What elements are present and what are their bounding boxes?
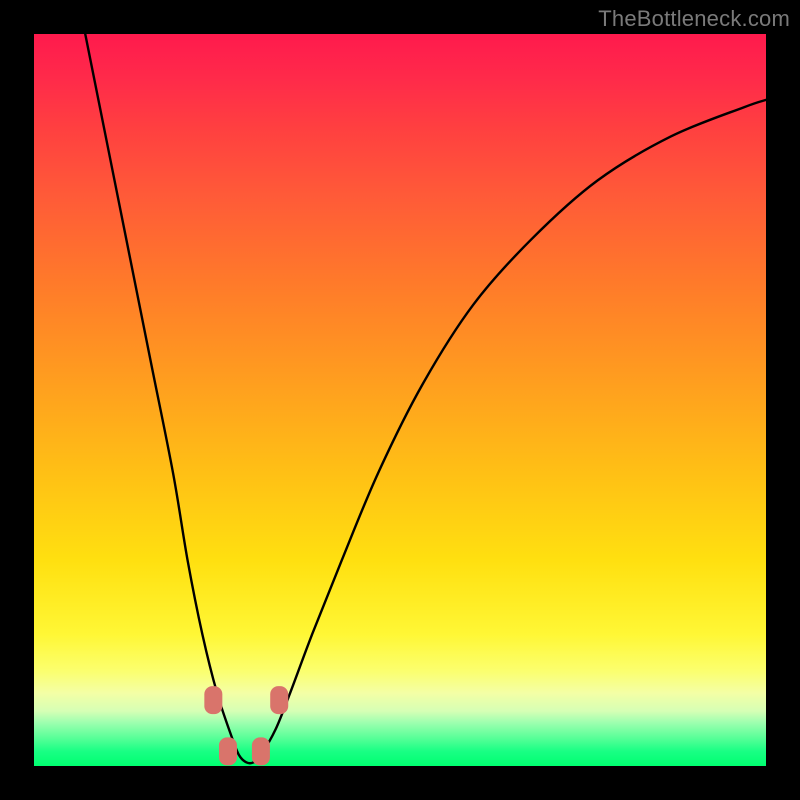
- curve-markers: [204, 686, 288, 765]
- chart-svg: [34, 34, 766, 766]
- curve-marker: [270, 686, 288, 714]
- bottleneck-curve: [85, 34, 766, 763]
- curve-marker: [204, 686, 222, 714]
- watermark-text: TheBottleneck.com: [598, 6, 790, 32]
- chart-frame: TheBottleneck.com: [0, 0, 800, 800]
- curve-marker: [219, 737, 237, 765]
- curve-marker: [252, 737, 270, 765]
- plot-area: [34, 34, 766, 766]
